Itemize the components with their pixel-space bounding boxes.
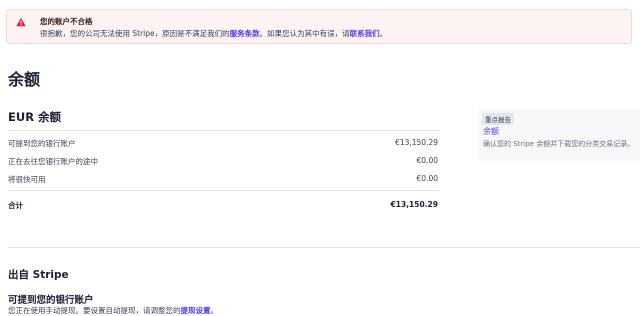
- eur-balance-title: EUR 余额: [8, 110, 62, 124]
- balance-row-pending: 将很快可用 €0.00: [8, 172, 440, 186]
- balance-row-amount: €0.00: [416, 174, 438, 183]
- alert-text-suffix: 。: [379, 29, 388, 38]
- balance-row-label: 正在去往您银行账户的途中: [8, 157, 98, 166]
- balance-total-amount: €13,150.29: [390, 200, 438, 209]
- contact-us-link[interactable]: 联系我们: [350, 29, 380, 38]
- section-divider: [8, 247, 640, 248]
- balance-row-label: 将很快可用: [8, 175, 46, 184]
- balance-header-divider: [8, 130, 440, 131]
- balance-row-available: 可提到您的银行账户 €13,150.29: [8, 136, 440, 150]
- report-description: 确认您的 Stripe 余额并下载您的分类交易记录。: [483, 140, 635, 148]
- alert-text-middle: 。如果您认为其中有误，请: [259, 29, 350, 38]
- payouts-section-title: 出自 Stripe: [8, 269, 69, 281]
- balance-row-amount: €13,150.29: [395, 138, 438, 147]
- balance-row-label: 可提到您的银行账户: [8, 139, 76, 148]
- balance-total-label: 合计: [8, 201, 23, 210]
- warning-icon: [16, 17, 26, 27]
- balance-row-total: 合计 €13,150.29: [8, 198, 440, 212]
- terms-of-service-link[interactable]: 服务条款: [230, 29, 260, 38]
- balance-total-divider: [8, 190, 440, 191]
- balance-row-in-transit: 正在去往您银行账户的途中 €0.00: [8, 154, 440, 168]
- ineligible-account-alert: 您的账户不合格 很抱歉，您的公司无法使用 Stripe，原因是不满足我们的服务条…: [6, 9, 632, 44]
- balance-row-amount: €0.00: [416, 156, 438, 165]
- alert-text-prefix: 很抱歉，您的公司无法使用 Stripe，原因是不满足我们的: [40, 29, 230, 38]
- featured-report-card: 重点报告 余额 确认您的 Stripe 余额并下载您的分类交易记录。: [478, 109, 640, 161]
- manual-payout-note: 您正在使用手动提现。要设置自动提现，请调整您的提现设置。: [8, 305, 218, 316]
- page-title: 余额: [8, 70, 41, 89]
- featured-report-tag: 重点报告: [482, 113, 514, 125]
- payouts-subtitle: 可提到您的银行账户: [8, 295, 94, 306]
- balance-report-link[interactable]: 余额: [483, 126, 499, 137]
- alert-title: 您的账户不合格: [40, 17, 93, 26]
- alert-message: 很抱歉，您的公司无法使用 Stripe，原因是不满足我们的服务条款。如果您认为其…: [40, 28, 387, 39]
